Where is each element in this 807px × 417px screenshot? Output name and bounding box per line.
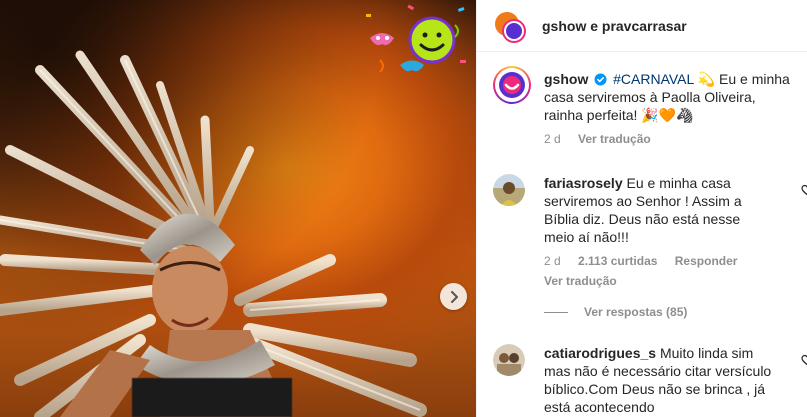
- post-header: gshow e pravcarrasar: [477, 0, 807, 52]
- view-replies-label: Ver respostas (85): [584, 305, 688, 319]
- verified-badge-icon: [594, 73, 607, 86]
- comment-text: catiarodrigues_s Muito linda sim mas não…: [544, 344, 774, 416]
- heart-icon[interactable]: [801, 184, 807, 196]
- censor-bar: [132, 378, 292, 417]
- comment-reply-button[interactable]: Responder: [675, 254, 738, 268]
- comment-username[interactable]: fariasrosely: [544, 175, 623, 191]
- caption-emoji-2: 🎉🧡🦓: [641, 107, 694, 123]
- comment-username[interactable]: catiarodrigues_s: [544, 345, 656, 361]
- caption-username[interactable]: gshow: [544, 71, 588, 87]
- caption-hashtag[interactable]: #CARNAVAL: [613, 71, 694, 87]
- comment-translate-link[interactable]: Ver tradução: [544, 272, 774, 290]
- post-panel: gshow e pravcarrasar gshow #CARNAVAL 💫 E…: [476, 0, 807, 417]
- gshow-logo: [495, 68, 529, 102]
- gshow-avatar[interactable]: [493, 10, 527, 44]
- heart-icon[interactable]: [801, 354, 807, 366]
- caption-translate-link[interactable]: Ver tradução: [578, 132, 651, 146]
- caption-emoji-1: 💫: [697, 71, 716, 87]
- comment-text: fariasrosely Eu e minha casa serviremos …: [544, 174, 774, 290]
- post-header-title[interactable]: gshow e pravcarrasar: [542, 18, 687, 34]
- comment-meta: 2 d 2.113 curtidas Responder Ver traduçã…: [544, 252, 774, 290]
- caption-time[interactable]: 2 d: [544, 132, 561, 146]
- carnival-sticker: [366, 4, 466, 73]
- comment-avatar[interactable]: [493, 344, 525, 376]
- view-replies-button[interactable]: Ver respostas (85): [544, 305, 687, 319]
- replies-divider: [544, 311, 568, 313]
- chevron-right-icon: [450, 290, 458, 303]
- comment-avatar[interactable]: [493, 174, 525, 206]
- comment-time[interactable]: 2 d: [544, 254, 561, 268]
- next-media-button[interactable]: [440, 283, 467, 310]
- caption-text: gshow #CARNAVAL 💫 Eu e minha casa servir…: [544, 70, 794, 148]
- comment-likes[interactable]: 2.113 curtidas: [578, 254, 657, 268]
- caption-meta: 2 d Ver tradução: [544, 130, 794, 148]
- post-media[interactable]: [0, 0, 476, 417]
- caption-avatar[interactable]: [493, 66, 531, 104]
